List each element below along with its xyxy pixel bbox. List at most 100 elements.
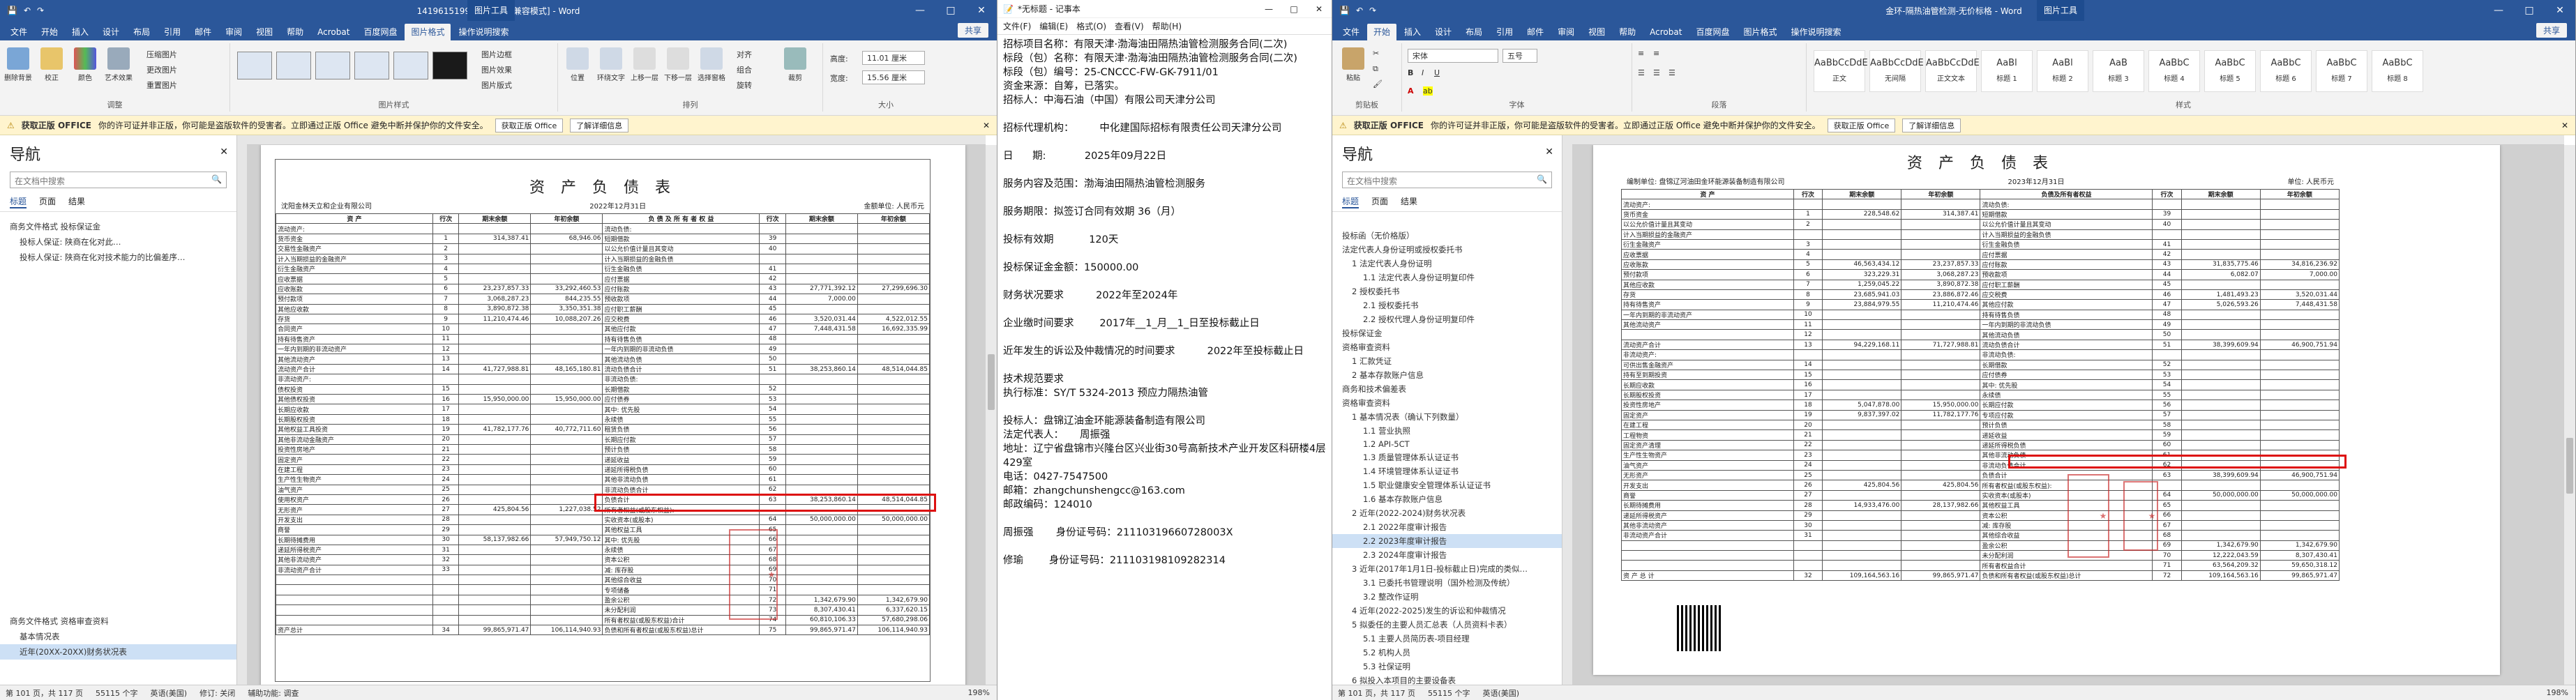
- bold-button[interactable]: B: [1408, 68, 1413, 77]
- tab-8[interactable]: 视图: [250, 24, 279, 40]
- position-button[interactable]: 位置: [562, 47, 593, 82]
- search-icon[interactable]: 🔍: [1537, 174, 1547, 184]
- close-icon[interactable]: ✕: [1306, 0, 1332, 18]
- tab-9[interactable]: 帮助: [280, 24, 310, 40]
- tab-12[interactable]: 图片格式: [405, 24, 451, 40]
- picture[interactable]: 资 产 负 债 表 编制单位: 盘锦辽河油田金环能源装备制造有限公司 2023年…: [1621, 146, 2340, 581]
- nav-item[interactable]: 5.3 社保证明: [1332, 660, 1562, 674]
- vertical-scrollbar[interactable]: [986, 145, 997, 685]
- style-gallery-item[interactable]: AaB 标题 3: [2093, 50, 2144, 92]
- nav-item[interactable]: 1.2 API-5CT: [1332, 438, 1562, 450]
- wrap-text-button[interactable]: 环绕文字: [596, 47, 626, 82]
- undo-icon[interactable]: ↶: [1356, 6, 1363, 15]
- menu-item-2[interactable]: 格式(O): [1076, 20, 1106, 32]
- minimize-icon[interactable]: —: [905, 0, 935, 21]
- tab-results[interactable]: 结果: [1401, 195, 1417, 208]
- nav-search-input[interactable]: 在文档中搜索 🔍: [1342, 172, 1552, 188]
- nav-item[interactable]: 1.4 环境管理体系认证证书: [1332, 464, 1562, 478]
- selection-pane-button[interactable]: 选择窗格: [696, 47, 727, 82]
- font-name-select[interactable]: 宋体: [1408, 49, 1498, 63]
- nav-item[interactable]: 2 近年(2022-2024)财务状况表: [1332, 506, 1562, 520]
- nav-item[interactable]: 1.1 营业执照: [1332, 424, 1562, 438]
- picture-style-4[interactable]: [354, 52, 389, 79]
- nav-item[interactable]: 商务和技术偏差表: [1332, 382, 1562, 396]
- tab-2[interactable]: 插入: [66, 24, 95, 40]
- font-size-select[interactable]: 五号: [1502, 49, 1537, 63]
- nav-item[interactable]: 商务文件格式 投标保证金: [0, 219, 236, 234]
- nav-item[interactable]: 资格审查资料: [1332, 396, 1562, 410]
- get-genuine-office-button[interactable]: 获取正版 Office: [495, 118, 564, 132]
- language[interactable]: 英语(美国): [150, 687, 187, 699]
- tab-12[interactable]: 图片格式: [1737, 24, 1783, 40]
- compress-pictures-button[interactable]: 压缩图片: [146, 49, 177, 60]
- style-gallery-item[interactable]: AaBbC 标题 4: [2148, 50, 2200, 92]
- style-gallery-item[interactable]: AaBbC 标题 7: [2316, 50, 2367, 92]
- style-gallery-item[interactable]: AaBbCcDdE 正文: [1814, 50, 1868, 92]
- nav-item[interactable]: 2.1 2022年度审计报告: [1332, 520, 1562, 534]
- style-gallery-item[interactable]: AaBbCcDdE 正文文本: [1925, 50, 1980, 92]
- align-button[interactable]: 对齐: [737, 49, 752, 60]
- height-input[interactable]: 11.01 厘米: [862, 51, 925, 65]
- format-painter-icon[interactable]: 🖌: [1373, 79, 1383, 89]
- nav-item[interactable]: 5 拟委任的主要人员汇总表（人员资料卡表）: [1332, 618, 1562, 632]
- picture-style-5[interactable]: [393, 52, 428, 79]
- tab-headings[interactable]: 标题: [1342, 195, 1359, 208]
- close-icon[interactable]: ✕: [1545, 146, 1553, 158]
- tab-0[interactable]: 文件: [4, 24, 34, 40]
- nav-item[interactable]: 3.2 整改作证明: [1332, 590, 1562, 604]
- send-backward-button[interactable]: 下移一层: [663, 47, 693, 82]
- nav-item[interactable]: 4 近年(2022-2025)发生的诉讼和仲裁情况: [1332, 604, 1562, 618]
- tab-0[interactable]: 文件: [1336, 24, 1366, 40]
- underline-button[interactable]: U: [1434, 68, 1440, 77]
- get-genuine-office-button[interactable]: 获取正版 Office: [1827, 118, 1896, 132]
- bring-forward-button[interactable]: 上移一层: [629, 47, 660, 82]
- menu-item-0[interactable]: 文件(F): [1003, 20, 1031, 32]
- italic-button[interactable]: I: [1422, 68, 1424, 77]
- accessibility[interactable]: 辅助功能: 调查: [248, 687, 299, 699]
- search-icon[interactable]: 🔍: [211, 174, 222, 184]
- align-left-icon[interactable]: ☰: [1638, 68, 1645, 77]
- nav-item[interactable]: 投标函（无价格版）: [1332, 229, 1562, 243]
- picture-border-button[interactable]: 图片边框: [481, 49, 512, 60]
- tab-11[interactable]: 百度网盘: [1689, 24, 1735, 40]
- tab-2[interactable]: 插入: [1398, 24, 1427, 40]
- align-right-icon[interactable]: ☰: [1669, 68, 1675, 77]
- width-input[interactable]: 15.56 厘米: [862, 70, 925, 84]
- close-icon[interactable]: ✕: [2561, 121, 2568, 130]
- style-gallery-item[interactable]: AaBbC 标题 6: [2260, 50, 2312, 92]
- reset-picture-button[interactable]: 重置图片: [146, 79, 177, 91]
- close-icon[interactable]: ✕: [2545, 0, 2575, 21]
- zoom-level[interactable]: 198%: [968, 688, 990, 697]
- picture-style-3[interactable]: [315, 52, 350, 79]
- tab-4[interactable]: 布局: [1459, 24, 1489, 40]
- change-picture-button[interactable]: 更改图片: [146, 64, 177, 75]
- nav-item[interactable]: 1.3 质量管理体系认证证书: [1332, 450, 1562, 464]
- picture-style-6[interactable]: [432, 52, 467, 79]
- nav-item[interactable]: 投标人保证: 陕商在化对技术能力的比偏差序…: [0, 250, 236, 265]
- page-count[interactable]: 第 101 页，共 117 页: [1338, 687, 1415, 699]
- learn-more-button[interactable]: 了解详细信息: [1902, 118, 1961, 132]
- undo-icon[interactable]: ↶: [24, 6, 31, 15]
- learn-more-button[interactable]: 了解详细信息: [570, 118, 629, 132]
- nav-item[interactable]: 2.2 授权代理人身份证明复印件: [1332, 312, 1562, 326]
- tab-3[interactable]: 设计: [1429, 24, 1458, 40]
- redo-icon[interactable]: ↷: [37, 6, 44, 15]
- close-icon[interactable]: ✕: [966, 0, 997, 21]
- numbering-icon[interactable]: ≡: [1653, 49, 1659, 58]
- nav-item[interactable]: 1.1 法定代表人身份证明复印件: [1332, 271, 1562, 284]
- minimize-icon[interactable]: —: [1256, 0, 1281, 18]
- horizontal-ruler[interactable]: [1562, 135, 2564, 145]
- nav-item[interactable]: 投标人保证: 陕商在化对此…: [0, 234, 236, 250]
- picture-layout-button[interactable]: 图片版式: [481, 79, 512, 91]
- paste-button[interactable]: 粘贴: [1338, 47, 1369, 82]
- minimize-icon[interactable]: —: [2483, 0, 2514, 21]
- tab-7[interactable]: 审阅: [219, 24, 248, 40]
- style-gallery-item[interactable]: AaBbCcDdE 无间隔: [1869, 50, 1924, 92]
- align-center-icon[interactable]: ☰: [1653, 68, 1660, 77]
- tab-5[interactable]: 引用: [158, 24, 187, 40]
- save-icon[interactable]: 💾: [1339, 6, 1350, 15]
- maximize-icon[interactable]: □: [1281, 0, 1306, 18]
- nav-item[interactable]: 商务文件格式 资格审查资料: [0, 614, 236, 629]
- tab-7[interactable]: 审阅: [1551, 24, 1581, 40]
- nav-item[interactable]: 2.1 授权委托书: [1332, 298, 1562, 312]
